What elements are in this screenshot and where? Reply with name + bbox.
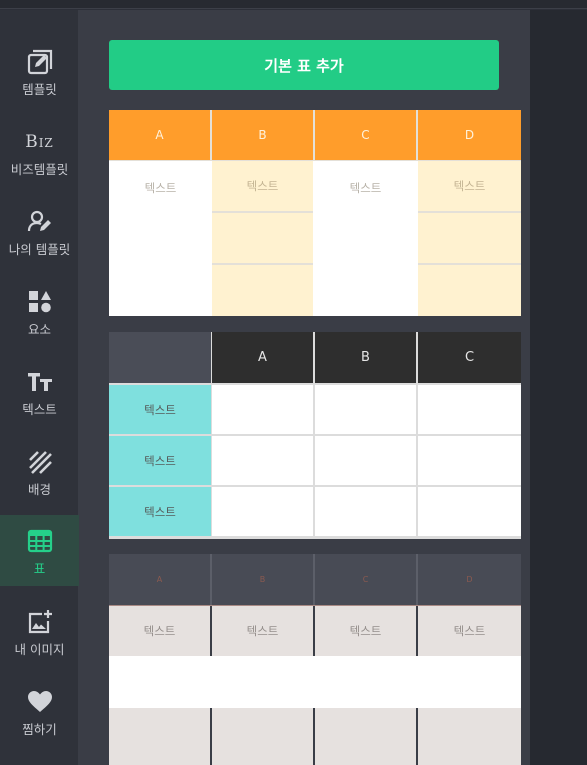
table-cell [212, 436, 313, 485]
add-basic-table-button[interactable]: 기본 표 추가 [109, 40, 499, 90]
table-cell: 텍스트 [109, 161, 212, 316]
table-cell: 텍스트 [313, 161, 418, 316]
background-stripes-icon [25, 448, 55, 476]
sidebar-item-label: 텍스트 [22, 402, 57, 417]
sidebar-item-label: 나의 템플릿 [8, 242, 71, 257]
table-cell [418, 213, 521, 263]
sidebar-item-table[interactable]: 표 [0, 515, 79, 586]
table-cell [212, 265, 313, 316]
template-edit-icon [25, 48, 55, 76]
text-icon [25, 368, 55, 396]
column-divider [416, 554, 418, 605]
table-header-cell: D [418, 110, 521, 160]
table-corner-cell [109, 332, 211, 383]
sidebar-item-label: 템플릿 [22, 82, 57, 97]
table-cell [418, 385, 521, 434]
table-cell [109, 708, 210, 765]
biz-icon-text: Biz [25, 132, 54, 152]
sidebar-item-label: 요소 [27, 322, 51, 337]
top-bar [0, 0, 587, 9]
table-template-dark[interactable]: A B C 텍스트 텍스트 텍스트 [109, 332, 521, 539]
table-cell [315, 436, 416, 485]
table-header-cell: C [315, 554, 416, 605]
table-cell: 텍스트 [315, 606, 416, 656]
table-header-cell: C [418, 332, 521, 383]
sidebar-item-biz-templates[interactable]: Biz 비즈템플릿 [0, 120, 79, 191]
shapes-icon [25, 288, 55, 316]
table-icon [25, 527, 55, 555]
table-cell [212, 487, 313, 536]
sidebar-item-favorites[interactable]: 찜하기 [0, 680, 79, 751]
column-divider [210, 554, 212, 605]
table-header-cell: D [418, 554, 521, 605]
table-row-label: 텍스트 [109, 385, 211, 434]
table-header-cell: B [212, 554, 313, 605]
table-cell [315, 385, 416, 434]
table-row-label: 텍스트 [109, 487, 211, 536]
table-cell: 텍스트 [418, 606, 521, 656]
table-cell [315, 487, 416, 536]
sidebar-item-label: 찜하기 [22, 722, 57, 737]
table-cell [418, 708, 521, 765]
table-cell [418, 436, 521, 485]
heart-icon [25, 688, 55, 716]
table-cell [418, 265, 521, 316]
table-cell: 텍스트 [109, 606, 210, 656]
sidebar-item-templates[interactable]: 템플릿 [0, 40, 79, 111]
table-row-label: 텍스트 [109, 436, 211, 485]
table-template-grey[interactable]: A B C D 텍스트 텍스트 텍스트 텍스트 [109, 554, 521, 765]
table-panel: 기본 표 추가 A B C D 텍스트 텍스트 텍스트 텍스트 A B C 텍스… [79, 10, 530, 765]
sidebar-item-my-templates[interactable]: 나의 템플릿 [0, 200, 79, 271]
sidebar-item-background[interactable]: 배경 [0, 440, 79, 511]
table-cell [212, 385, 313, 434]
table-cell: 텍스트 [212, 161, 313, 211]
table-cell [212, 213, 313, 263]
sidebar-item-label: 비즈템플릿 [10, 162, 69, 177]
sidebar: 템플릿 Biz 비즈템플릿 나의 템플릿 요소 텍스트 배경 표 내 이미지 찜… [0, 10, 79, 765]
table-header-cell: A [212, 332, 313, 383]
sidebar-item-my-images[interactable]: 내 이미지 [0, 600, 79, 671]
table-header-cell: A [109, 110, 210, 160]
table-cell [418, 487, 521, 536]
biz-icon: Biz [25, 128, 55, 156]
table-cell [212, 708, 313, 765]
add-image-icon [25, 608, 55, 636]
column-divider [313, 554, 315, 605]
canvas-area [530, 10, 587, 765]
table-header-cell: A [109, 554, 210, 605]
sidebar-item-text[interactable]: 텍스트 [0, 360, 79, 431]
table-header-cell: C [315, 110, 416, 160]
table-cell [315, 708, 416, 765]
table-row [109, 656, 521, 708]
sidebar-item-label: 표 [33, 561, 46, 576]
table-template-orange[interactable]: A B C D 텍스트 텍스트 텍스트 텍스트 [109, 110, 521, 316]
table-header-cell: B [212, 110, 313, 160]
sidebar-item-elements[interactable]: 요소 [0, 280, 79, 351]
sidebar-item-label: 배경 [27, 482, 51, 497]
user-edit-icon [25, 208, 55, 236]
table-header-cell: B [315, 332, 416, 383]
table-cell: 텍스트 [418, 161, 521, 211]
sidebar-item-label: 내 이미지 [14, 642, 65, 657]
table-cell: 텍스트 [212, 606, 313, 656]
